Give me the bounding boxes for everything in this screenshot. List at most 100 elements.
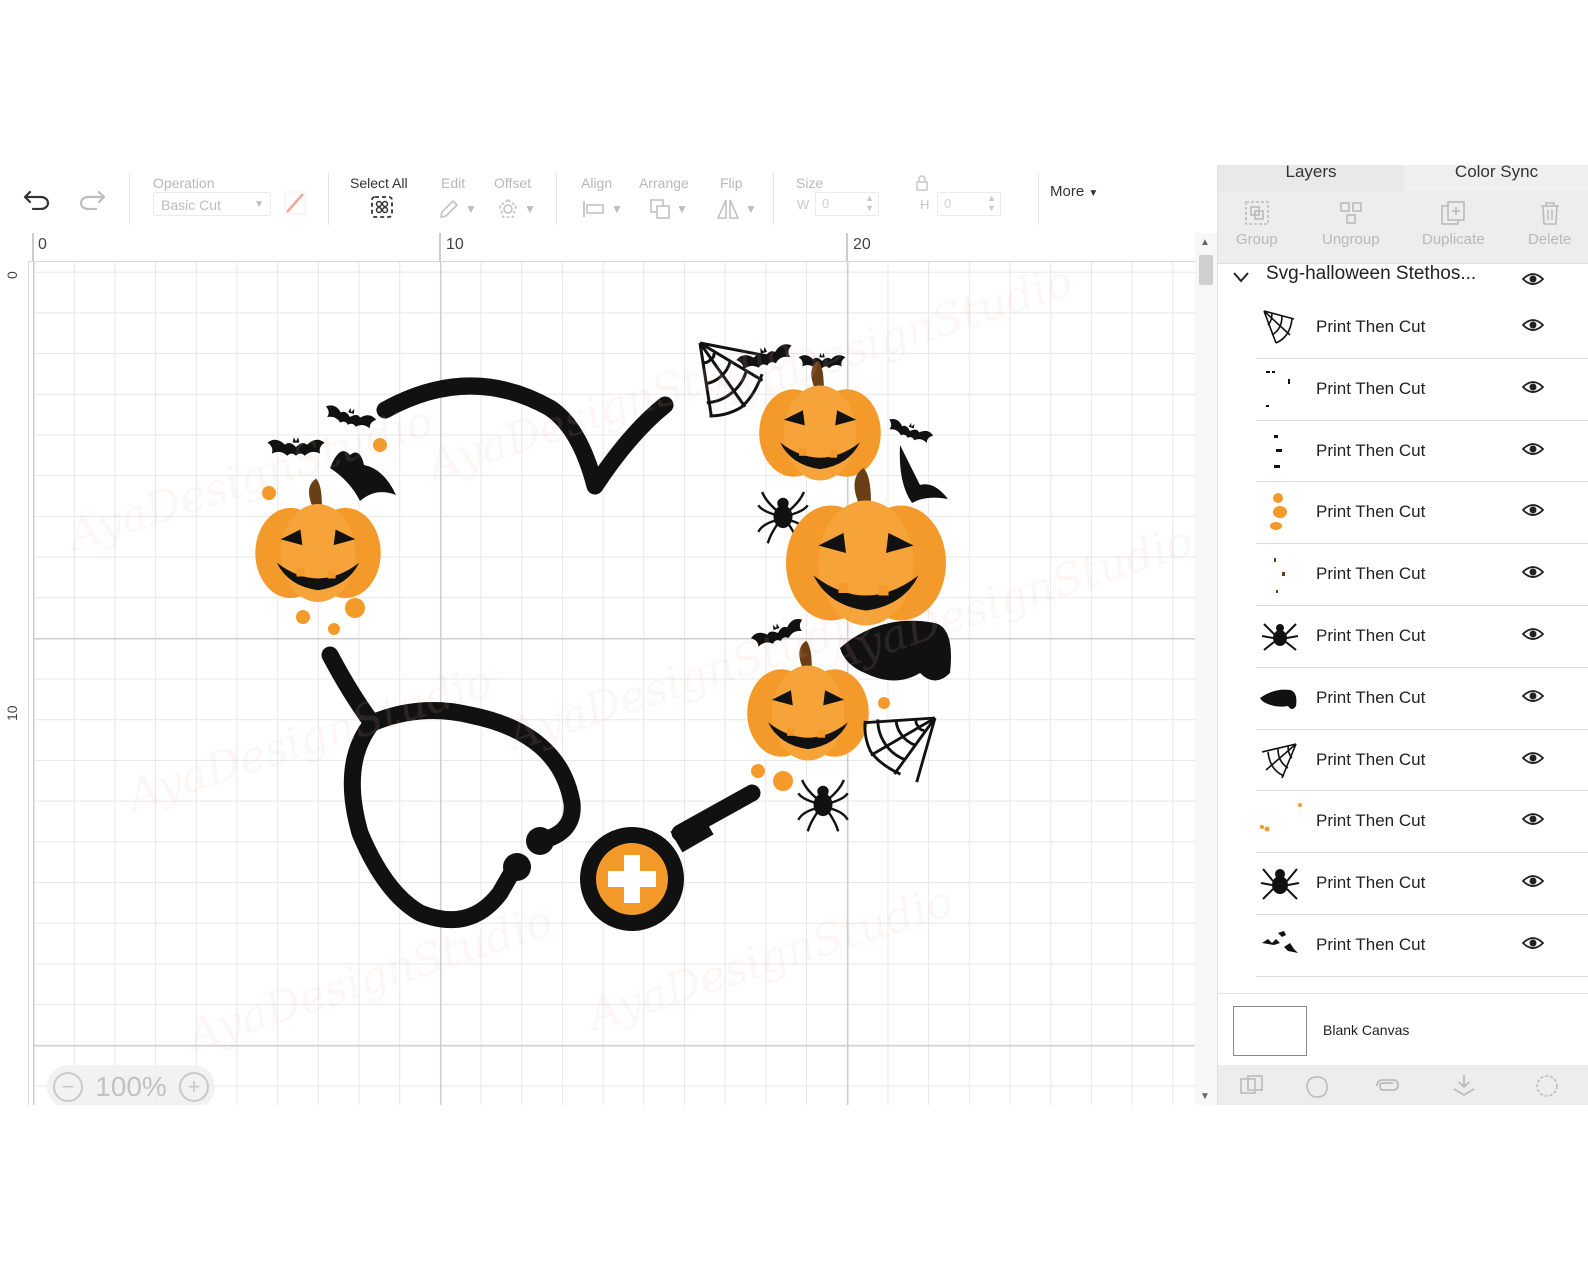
group-icon <box>1245 201 1269 225</box>
spider-icon <box>1261 623 1299 651</box>
arrange-button[interactable]: ▼ <box>648 195 688 223</box>
chevron-down-icon: ▼ <box>465 202 477 216</box>
trash-icon <box>1540 202 1559 225</box>
layer-name: Print Then Cut <box>1316 564 1426 584</box>
layer-item[interactable]: Print Then Cut <box>1256 359 1588 421</box>
scroll-thumb[interactable] <box>1199 255 1213 285</box>
layer-item[interactable]: Print Then Cut <box>1256 482 1588 545</box>
delete-button[interactable]: Delete <box>1528 199 1571 248</box>
canvas[interactable]: 0 10 20 0 10 20 <box>0 233 1195 1105</box>
redo-icon[interactable] <box>75 183 109 215</box>
zoom-control: − 100% + <box>47 1065 215 1105</box>
arrange-label: Arrange <box>639 175 689 191</box>
offset-icon <box>499 199 517 218</box>
select-all-label: Select All <box>350 175 408 191</box>
halloween-stethoscope-artwork[interactable] <box>0 233 1195 1105</box>
layer-name: Print Then Cut <box>1316 502 1426 522</box>
layer-group[interactable]: Svg-halloween Stethos... <box>1218 263 1588 297</box>
layer-list: Print Then Cut Print Then Cut Print Then… <box>1256 297 1588 993</box>
eye-icon[interactable] <box>1522 626 1544 642</box>
operation-select[interactable]: Basic Cut ▼ <box>153 192 271 216</box>
offset-button[interactable]: ▼ <box>496 195 536 223</box>
select-all-icon[interactable] <box>365 191 399 223</box>
delete-label: Delete <box>1528 231 1572 248</box>
flip-button[interactable]: ▼ <box>715 195 757 223</box>
layer-item[interactable]: Print Then Cut <box>1256 606 1588 668</box>
weld-icon[interactable] <box>1303 1073 1331 1099</box>
eye-icon[interactable] <box>1522 317 1544 333</box>
flip-icon <box>716 199 740 219</box>
canvas-scrollbar[interactable]: ▲ ▼ <box>1195 233 1217 1105</box>
operation-label: Operation <box>153 175 215 191</box>
layer-name: Print Then Cut <box>1316 749 1426 769</box>
slice-icon[interactable] <box>1238 1073 1266 1099</box>
zoom-out-icon[interactable]: − <box>53 1072 84 1102</box>
layer-name: Print Then Cut <box>1316 873 1426 893</box>
layer-item[interactable]: Print Then Cut <box>1256 421 1588 483</box>
operation-value: Basic Cut <box>161 197 221 213</box>
pen-color-icon[interactable] <box>278 187 312 219</box>
undo-icon[interactable] <box>20 183 54 215</box>
scroll-down-icon[interactable]: ▼ <box>1200 1091 1210 1102</box>
height-input[interactable]: 0 ▲ ▼ <box>937 192 1001 216</box>
width-value: 0 <box>822 196 830 211</box>
chevron-down-icon[interactable] <box>1232 270 1250 284</box>
more-button[interactable]: More ▼ <box>1050 183 1098 200</box>
toolbar-divider <box>129 173 130 225</box>
eye-icon[interactable] <box>1522 379 1544 395</box>
tab-layers[interactable]: Layers <box>1218 163 1404 194</box>
toolbar-divider <box>773 173 774 225</box>
eye-icon[interactable] <box>1522 750 1544 766</box>
layer-name: Print Then Cut <box>1316 811 1426 831</box>
layer-name: Print Then Cut <box>1316 687 1426 707</box>
chevron-down-icon: ▼ <box>611 202 623 216</box>
lock-icon[interactable] <box>905 171 939 195</box>
size-label: Size <box>796 175 824 191</box>
duplicate-label: Duplicate <box>1422 231 1485 248</box>
align-button[interactable]: ▼ <box>581 195 623 223</box>
eye-icon[interactable] <box>1522 564 1544 580</box>
scroll-up-icon[interactable]: ▲ <box>1200 237 1210 248</box>
eye-icon[interactable] <box>1522 873 1544 889</box>
toolbar: Operation Basic Cut ▼ Select All Edit ▼ … <box>0 165 1232 234</box>
layer-item[interactable]: Print Then Cut <box>1256 730 1588 792</box>
group-button[interactable]: Group <box>1236 199 1278 248</box>
edit-button[interactable]: ▼ <box>437 195 477 223</box>
pencil-icon <box>439 199 459 219</box>
orange-dots-icon <box>1270 493 1287 531</box>
blank-canvas-swatch[interactable] <box>1233 1006 1307 1056</box>
arrange-icon <box>650 199 670 219</box>
spider-icon <box>1260 868 1300 900</box>
edit-label: Edit <box>441 175 466 191</box>
tab-color-sync[interactable]: Color Sync <box>1404 163 1588 191</box>
align-label: Align <box>581 175 613 191</box>
chevron-down-icon: ▼ <box>676 202 688 216</box>
contour-icon[interactable] <box>1533 1073 1561 1099</box>
layer-name: Print Then Cut <box>1316 440 1426 460</box>
width-input[interactable]: 0 ▲ ▼ <box>815 192 879 216</box>
ungroup-button[interactable]: Ungroup <box>1322 199 1380 248</box>
layer-item[interactable]: Print Then Cut <box>1256 668 1588 730</box>
layer-item[interactable]: Print Then Cut <box>1256 544 1588 606</box>
eye-icon[interactable] <box>1522 688 1544 704</box>
flatten-icon[interactable] <box>1450 1073 1478 1099</box>
eye-icon[interactable] <box>1522 935 1544 951</box>
toolbar-divider <box>1038 173 1039 225</box>
eye-icon[interactable] <box>1522 811 1544 827</box>
offset-label: Offset <box>494 175 532 191</box>
eye-icon[interactable] <box>1522 502 1544 518</box>
blank-canvas-row[interactable]: Blank Canvas <box>1218 993 1588 1066</box>
layer-item[interactable]: Print Then Cut <box>1256 853 1588 915</box>
zoom-in-icon[interactable]: + <box>178 1072 209 1102</box>
duplicate-button[interactable]: Duplicate <box>1422 199 1485 248</box>
eye-icon[interactable] <box>1522 271 1544 287</box>
caret-down-icon: ▼ <box>1088 188 1099 199</box>
duplicate-icon <box>1441 201 1466 225</box>
chevron-down-icon: ▼ <box>254 199 264 210</box>
attach-icon[interactable] <box>1373 1073 1401 1099</box>
brown-stem-icon <box>1274 558 1285 594</box>
layer-item[interactable]: Print Then Cut <box>1256 915 1588 977</box>
layer-item[interactable]: Print Then Cut <box>1256 297 1588 359</box>
eye-icon[interactable] <box>1522 441 1544 457</box>
layer-item[interactable]: Print Then Cut <box>1256 791 1588 854</box>
